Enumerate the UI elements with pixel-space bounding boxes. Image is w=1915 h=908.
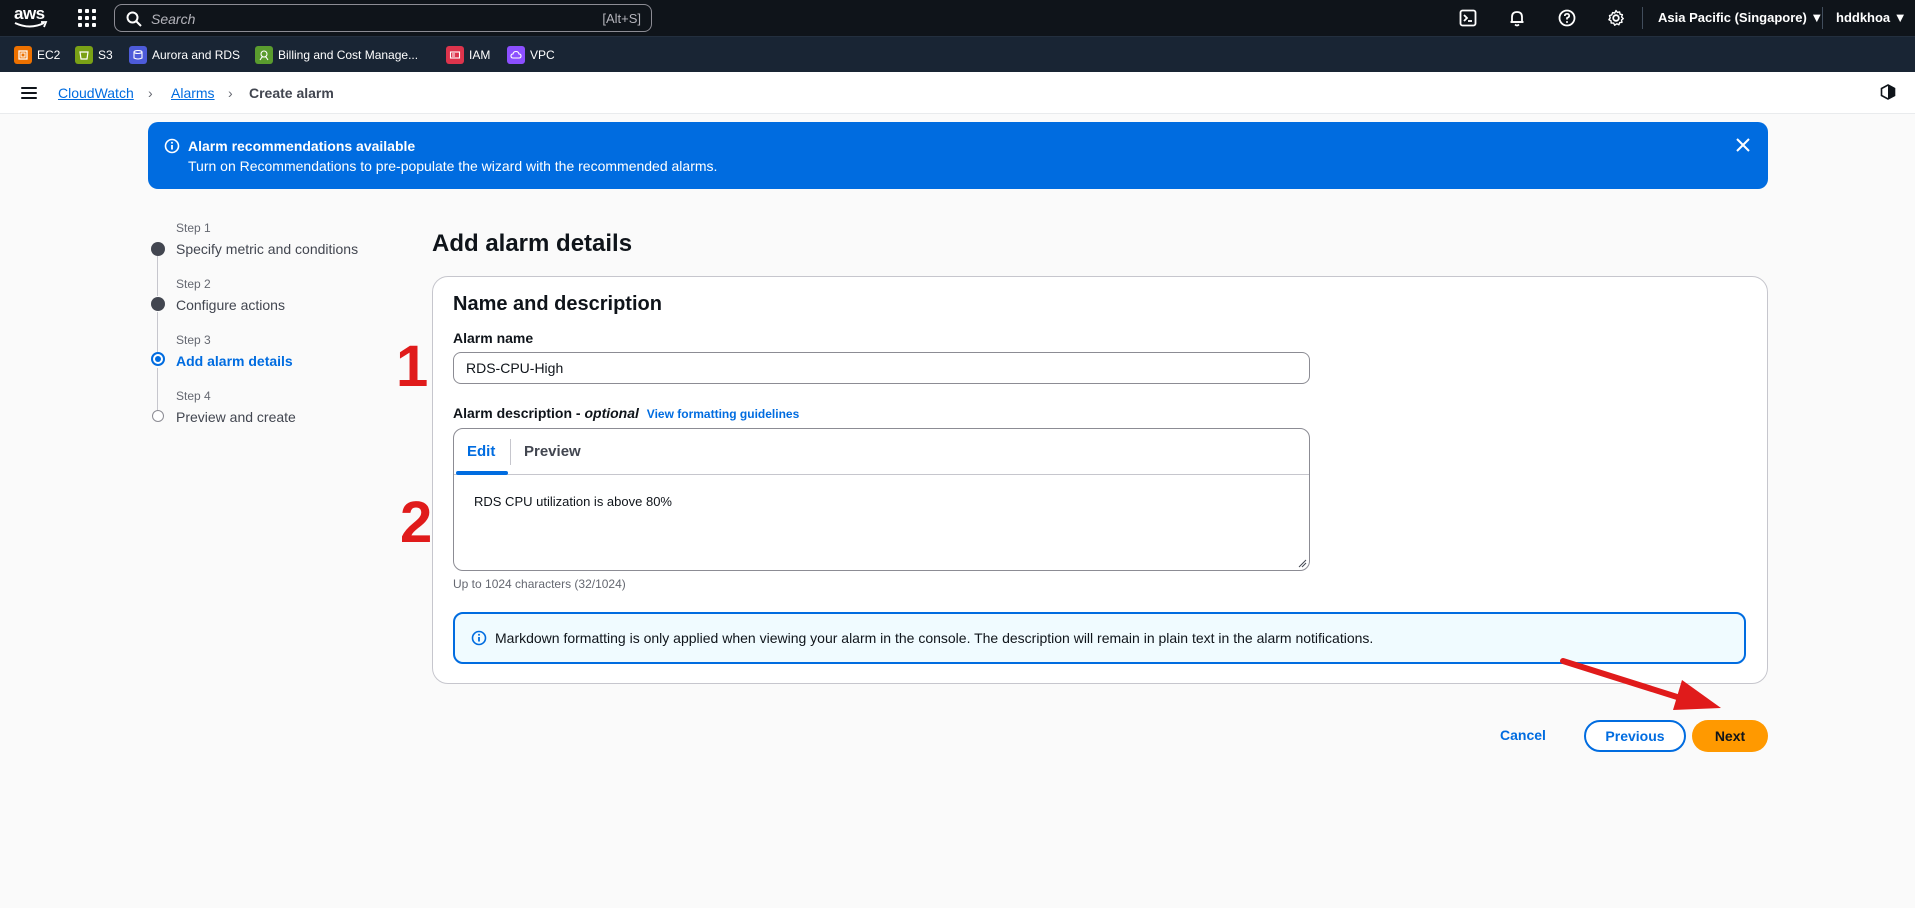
cancel-button[interactable]: Cancel: [1500, 727, 1546, 743]
alarm-name-input[interactable]: RDS-CPU-High: [453, 352, 1310, 384]
notifications-bell-icon[interactable]: [1508, 9, 1526, 27]
annotation-arrow-icon: [1560, 658, 1721, 710]
services-menu-icon[interactable]: [78, 9, 96, 27]
step-connector: [157, 368, 158, 411]
side-navigation-toggle-icon[interactable]: [21, 87, 37, 99]
step-connector: [157, 256, 158, 296]
annotation-number-1: 1: [396, 334, 429, 399]
flash-message: Turn on Recommendations to pre-populate …: [188, 158, 718, 174]
vpc-cloud-icon: [507, 46, 525, 64]
search-placeholder: Search: [151, 11, 196, 27]
step-name: Add alarm details: [176, 353, 293, 369]
favorite-label: EC2: [37, 48, 61, 62]
step-2-indicator: [151, 297, 165, 311]
region-selector[interactable]: Asia Pacific (Singapore) ▼: [1658, 10, 1823, 25]
favorite-vpc[interactable]: VPC: [507, 45, 555, 65]
wizard-step-4: Step 4 Preview and create: [176, 389, 296, 425]
name-and-description-container: Name and description Alarm name RDS-CPU-…: [432, 276, 1768, 684]
next-button[interactable]: Next: [1692, 720, 1768, 752]
alarm-description-textarea[interactable]: RDS CPU utilization is above 80%: [474, 494, 672, 509]
info-alert-text: Markdown formatting is only applied when…: [495, 630, 1374, 646]
favorite-aurora-rds[interactable]: Aurora and RDS: [129, 45, 240, 65]
wizard-step-3: Step 3 Add alarm details: [176, 333, 293, 369]
favorites-bar: EC2 S3 Aurora and RDS Billing and Cost M…: [0, 36, 1915, 72]
cloudshell-icon[interactable]: [1459, 9, 1477, 27]
step-4-indicator: [152, 410, 164, 422]
step-name: Preview and create: [176, 409, 296, 425]
rds-database-icon: [129, 46, 147, 64]
step-label: Step 2: [176, 277, 211, 291]
ec2-icon: [14, 46, 32, 64]
alarm-description-editor: Edit Preview RDS CPU utilization is abov…: [453, 428, 1310, 571]
formatting-guidelines-link[interactable]: View formatting guidelines: [647, 407, 799, 421]
active-tab-indicator: [456, 471, 508, 475]
favorite-label: Aurora and RDS: [152, 48, 241, 62]
search-shortcut: [Alt+S]: [602, 11, 641, 26]
settings-gear-icon[interactable]: [1607, 9, 1625, 27]
favorite-billing[interactable]: Billing and Cost Manage...: [255, 45, 418, 65]
split-panel-icon[interactable]: [1880, 84, 1896, 100]
step-label: Step 1: [176, 221, 211, 235]
breadcrumb-alarms[interactable]: Alarms: [171, 85, 215, 101]
character-count-hint: Up to 1024 characters (32/1024): [453, 577, 626, 591]
favorite-label: S3: [98, 48, 113, 62]
breadcrumb-bar: CloudWatch › Alarms › Create alarm: [0, 72, 1915, 114]
favorite-s3[interactable]: S3: [75, 45, 113, 65]
editor-tabs: Edit Preview: [454, 429, 1309, 475]
recommendations-flash-banner: Alarm recommendations available Turn on …: [148, 122, 1768, 189]
favorite-label: Billing and Cost Manage...: [278, 48, 419, 62]
aws-logo[interactable]: aws: [14, 4, 50, 30]
billing-icon: [255, 46, 273, 64]
favorite-label: VPC: [530, 48, 555, 62]
section-title: Name and description: [453, 293, 662, 315]
tab-edit[interactable]: Edit: [467, 443, 495, 460]
nav-divider: [1642, 7, 1643, 29]
top-navbar: aws Search [Alt+S] Asia Pacific (Singapo…: [0, 0, 1915, 36]
nav-divider: [1822, 7, 1823, 29]
account-menu[interactable]: hddkhoa ▼: [1836, 10, 1907, 25]
alarm-name-label: Alarm name: [453, 330, 534, 346]
flash-title: Alarm recommendations available: [188, 138, 416, 154]
step-label: Step 3: [176, 333, 211, 347]
aws-logo-text: aws: [14, 4, 45, 23]
tab-divider: [510, 439, 511, 465]
info-icon: [471, 630, 487, 646]
chevron-right-icon: ›: [228, 85, 233, 101]
step-label: Step 4: [176, 389, 211, 403]
aws-smile-icon: [14, 21, 48, 28]
close-icon[interactable]: [1736, 138, 1750, 152]
resize-handle-icon[interactable]: [1297, 558, 1307, 568]
tab-preview[interactable]: Preview: [524, 443, 581, 460]
search-input[interactable]: Search [Alt+S]: [114, 4, 652, 32]
favorite-ec2[interactable]: EC2: [14, 45, 60, 65]
step-name[interactable]: Specify metric and conditions: [176, 241, 358, 257]
favorite-iam[interactable]: IAM: [446, 45, 490, 65]
step-connector: [157, 312, 158, 352]
alarm-description-label: Alarm description - optional View format…: [453, 405, 799, 421]
description-label-text: Alarm description -: [453, 405, 585, 421]
previous-button[interactable]: Previous: [1584, 720, 1686, 752]
step-name[interactable]: Configure actions: [176, 297, 285, 313]
step-1-indicator: [151, 242, 165, 256]
s3-bucket-icon: [75, 46, 93, 64]
wizard-step-1: Step 1 Specify metric and conditions: [176, 221, 358, 257]
step-3-indicator: [151, 352, 165, 366]
markdown-info-alert: Markdown formatting is only applied when…: [453, 612, 1746, 664]
iam-icon: [446, 46, 464, 64]
alarm-name-value: RDS-CPU-High: [466, 360, 564, 376]
wizard-step-2: Step 2 Configure actions: [176, 277, 285, 313]
optional-text: optional: [584, 405, 639, 421]
annotation-number-2: 2: [400, 490, 433, 555]
info-icon: [164, 138, 180, 154]
chevron-right-icon: ›: [148, 85, 153, 101]
breadcrumb-current: Create alarm: [249, 85, 334, 101]
help-icon[interactable]: [1558, 9, 1576, 27]
breadcrumb-cloudwatch[interactable]: CloudWatch: [58, 85, 134, 101]
favorite-label: IAM: [469, 48, 491, 62]
search-icon: [126, 11, 142, 27]
page-title: Add alarm details: [432, 230, 633, 257]
